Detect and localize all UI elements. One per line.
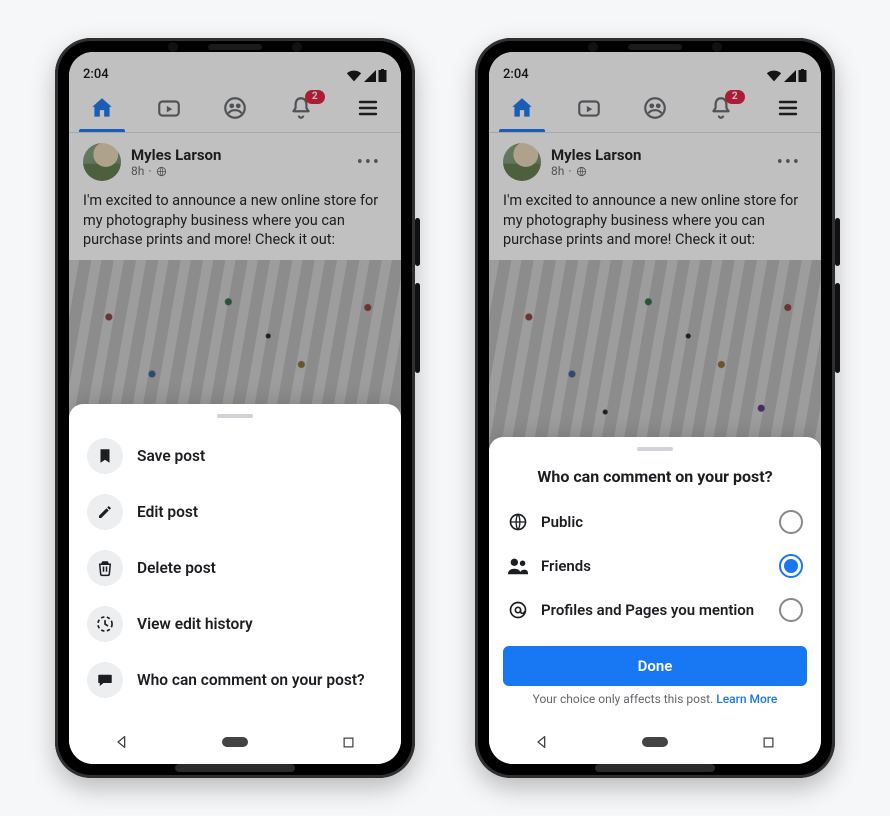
trash-icon xyxy=(87,550,123,586)
option-label: Profiles and Pages you mention xyxy=(541,601,767,619)
option-mentions[interactable]: Profiles and Pages you mention xyxy=(489,588,821,632)
done-button[interactable]: Done xyxy=(503,646,807,686)
sheet-handle[interactable] xyxy=(217,414,253,418)
radio-unselected[interactable] xyxy=(779,598,803,622)
friends-icon xyxy=(507,556,529,576)
bookmark-icon xyxy=(87,438,123,474)
menu-item-label: Save post xyxy=(137,447,205,465)
history-icon xyxy=(87,606,123,642)
option-friends[interactable]: Friends xyxy=(489,544,821,588)
menu-item-label: Delete post xyxy=(137,559,216,577)
phone-mockup-left: 2:04 2 xyxy=(55,38,415,778)
phone-mockup-right: 2:04 2 xyxy=(475,38,835,778)
menu-save-post[interactable]: Save post xyxy=(69,428,401,484)
sheet-footer: Your choice only affects this post. Lear… xyxy=(489,692,821,706)
menu-item-label: Edit post xyxy=(137,503,198,521)
comment-audience-sheet: Who can comment on your post? Public Fri… xyxy=(489,437,821,720)
nav-back[interactable] xyxy=(534,734,550,750)
globe-icon xyxy=(507,512,529,532)
menu-edit-history[interactable]: View edit history xyxy=(69,596,401,652)
menu-who-can-comment[interactable]: Who can comment on your post? xyxy=(69,652,401,708)
menu-item-label: Who can comment on your post? xyxy=(137,671,365,689)
menu-edit-post[interactable]: Edit post xyxy=(69,484,401,540)
comment-icon xyxy=(87,662,123,698)
nav-recent[interactable] xyxy=(341,735,356,750)
sheet-title: Who can comment on your post? xyxy=(489,461,821,500)
post-action-sheet: Save post Edit post Delete post xyxy=(69,404,401,720)
footer-text: Your choice only affects this post. xyxy=(533,692,717,706)
android-navbar xyxy=(69,720,401,764)
nav-recent[interactable] xyxy=(761,735,776,750)
menu-item-label: View edit history xyxy=(137,615,253,633)
option-label: Public xyxy=(541,513,767,531)
android-navbar xyxy=(489,720,821,764)
nav-home[interactable] xyxy=(640,735,670,749)
nav-home[interactable] xyxy=(220,735,250,749)
at-icon xyxy=(507,600,529,620)
sheet-handle[interactable] xyxy=(637,447,673,451)
learn-more-link[interactable]: Learn More xyxy=(716,692,777,706)
option-label: Friends xyxy=(541,557,767,575)
menu-delete-post[interactable]: Delete post xyxy=(69,540,401,596)
nav-back[interactable] xyxy=(114,734,130,750)
radio-selected[interactable] xyxy=(779,554,803,578)
option-public[interactable]: Public xyxy=(489,500,821,544)
radio-unselected[interactable] xyxy=(779,510,803,534)
pencil-icon xyxy=(87,494,123,530)
